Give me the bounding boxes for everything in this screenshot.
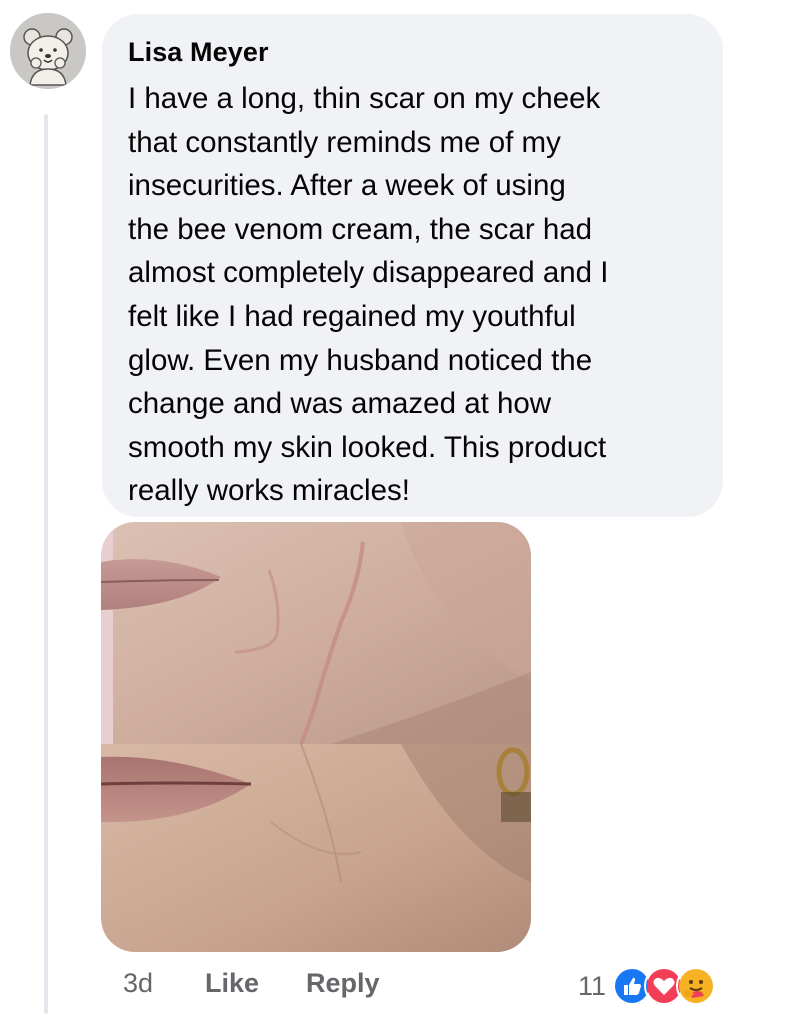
comment-bubble: Lisa Meyer I have a long, thin scar on m… <box>102 14 723 517</box>
comment-photo[interactable] <box>101 522 531 952</box>
comment-timestamp[interactable]: 3d <box>123 968 153 999</box>
reaction-count: 11 <box>578 970 607 1001</box>
avatar[interactable] <box>10 13 86 89</box>
before-after-skin-photo-icon <box>101 522 531 952</box>
like-button[interactable]: Like <box>205 968 259 999</box>
comment-author[interactable]: Lisa Meyer <box>128 36 697 68</box>
comment-thread: Lisa Meyer I have a long, thin scar on m… <box>0 0 791 1024</box>
comment-text: I have a long, thin scar on my cheek tha… <box>128 82 609 508</box>
reactions-summary[interactable]: 11 <box>578 964 717 1008</box>
thread-line <box>44 114 48 1014</box>
comment-actions: 3d Like Reply 11 <box>0 964 791 1008</box>
reply-button[interactable]: Reply <box>306 968 380 999</box>
care-reaction-icon <box>676 966 717 1006</box>
bear-avatar-icon <box>10 13 86 89</box>
